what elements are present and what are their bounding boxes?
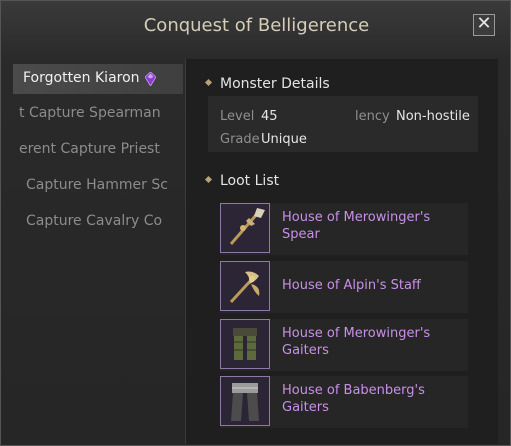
loot-item-name: House of Babenberg's Gaiters: [282, 383, 425, 415]
title-bar[interactable]: Conquest of Belligerence ✕: [1, 1, 511, 51]
sidebar-item-label: Capture Cavalry Co: [26, 213, 163, 229]
close-button[interactable]: ✕: [473, 14, 495, 36]
main-panel: Monster Details Level 45 lency Non-hosti…: [185, 59, 498, 444]
grade-value: Unique: [261, 132, 307, 147]
purple-gem-icon: [145, 72, 156, 86]
sidebar-item-capture-cavalry[interactable]: Capture Cavalry Co: [13, 207, 183, 237]
window-title: Conquest of Belligerence: [143, 15, 370, 36]
conquest-window: Conquest of Belligerence ✕ Forgotten Kia…: [0, 0, 511, 446]
diamond-bullet-icon: [204, 175, 213, 183]
monster-details-heading: Monster Details: [204, 76, 330, 92]
sidebar-item-label: erent Capture Priest: [19, 141, 160, 157]
loot-list-heading: Loot List: [204, 173, 280, 189]
loot-list-heading-text: Loot List: [220, 173, 280, 189]
level-value: 45: [261, 109, 278, 124]
loot-item-name: House of Merowinger's Spear: [282, 210, 431, 242]
loot-item[interactable]: House of Merowinger's Spear: [220, 203, 468, 255]
spear-icon[interactable]: [220, 203, 270, 253]
monster-details-heading-text: Monster Details: [220, 76, 330, 92]
loot-item[interactable]: House of Merowinger's Gaiters: [220, 319, 468, 371]
loot-item[interactable]: House of Alpin's Staff: [220, 261, 468, 313]
sidebar-item-capture-priest[interactable]: erent Capture Priest: [13, 135, 183, 165]
gaiters-icon[interactable]: [220, 319, 270, 369]
tendency-value: Non-hostile: [396, 109, 470, 124]
sidebar-item-label: t Capture Spearman: [19, 105, 161, 121]
sidebar-item-label: Capture Hammer Sc: [26, 177, 168, 193]
level-label: Level: [220, 109, 255, 124]
sidebar-item-forgotten-kiaron[interactable]: Forgotten Kiaron: [13, 64, 183, 94]
loot-item-name: House of Merowinger's Gaiters: [282, 326, 431, 358]
sidebar-item-label: Forgotten Kiaron: [23, 70, 140, 86]
loot-item-name: House of Alpin's Staff: [282, 278, 421, 293]
sidebar: Forgotten Kiaron t Capture Spearman eren…: [13, 59, 183, 444]
grade-label: Grade: [220, 132, 260, 147]
gaiters-icon[interactable]: [220, 376, 270, 426]
staff-icon[interactable]: [220, 261, 270, 311]
tendency-label: lency: [355, 109, 390, 124]
loot-item[interactable]: House of Babenberg's Gaiters: [220, 376, 468, 428]
sidebar-item-capture-spearman[interactable]: t Capture Spearman: [13, 99, 183, 129]
diamond-bullet-icon: [204, 78, 213, 86]
sidebar-item-capture-hammer[interactable]: Capture Hammer Sc: [13, 171, 183, 201]
monster-details-box: Level 45 lency Non-hostile Grade Unique: [208, 96, 478, 152]
